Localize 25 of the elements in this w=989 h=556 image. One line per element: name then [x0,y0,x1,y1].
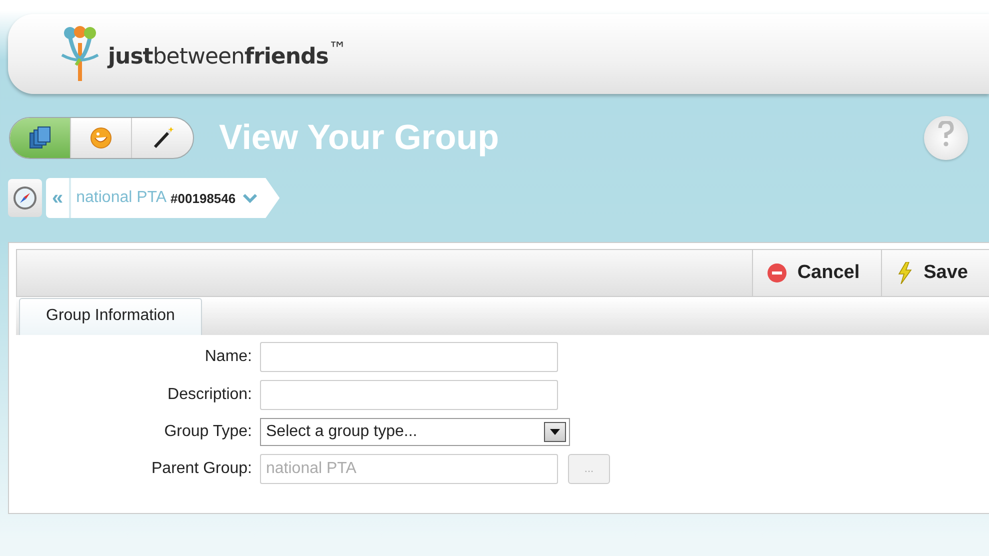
chevron-down-icon[interactable] [242,193,258,203]
dropdown-arrow-icon [550,429,560,435]
input-field[interactable] [260,380,558,410]
compass-button[interactable] [8,179,42,217]
save-button[interactable]: Save [880,250,989,296]
lightning-icon [896,262,914,284]
logo-icon [60,25,100,83]
field-label: Description: [166,386,252,404]
minus-circle-icon [767,263,788,283]
group-type-dropdown[interactable]: Select a group type... [260,418,570,446]
field-label: Parent Group: [150,460,252,478]
compass-icon [13,186,37,210]
help-icon [938,121,954,147]
cancel-button[interactable]: Cancel [752,250,881,296]
tab[interactable]: Group Information [19,298,202,335]
smiley-icon [89,126,113,150]
input-field[interactable] [260,342,558,372]
toolbar-button[interactable] [10,118,71,158]
help-button[interactable] [924,116,968,160]
page-title: View Your Group [219,118,500,158]
group-number: #00198546 [170,190,236,206]
logo-text: justbetweenfriends$^{™}$ [108,38,346,70]
books-icon [28,126,52,150]
field-label: Name: [204,348,252,366]
field-label: Group Type: [163,423,252,441]
